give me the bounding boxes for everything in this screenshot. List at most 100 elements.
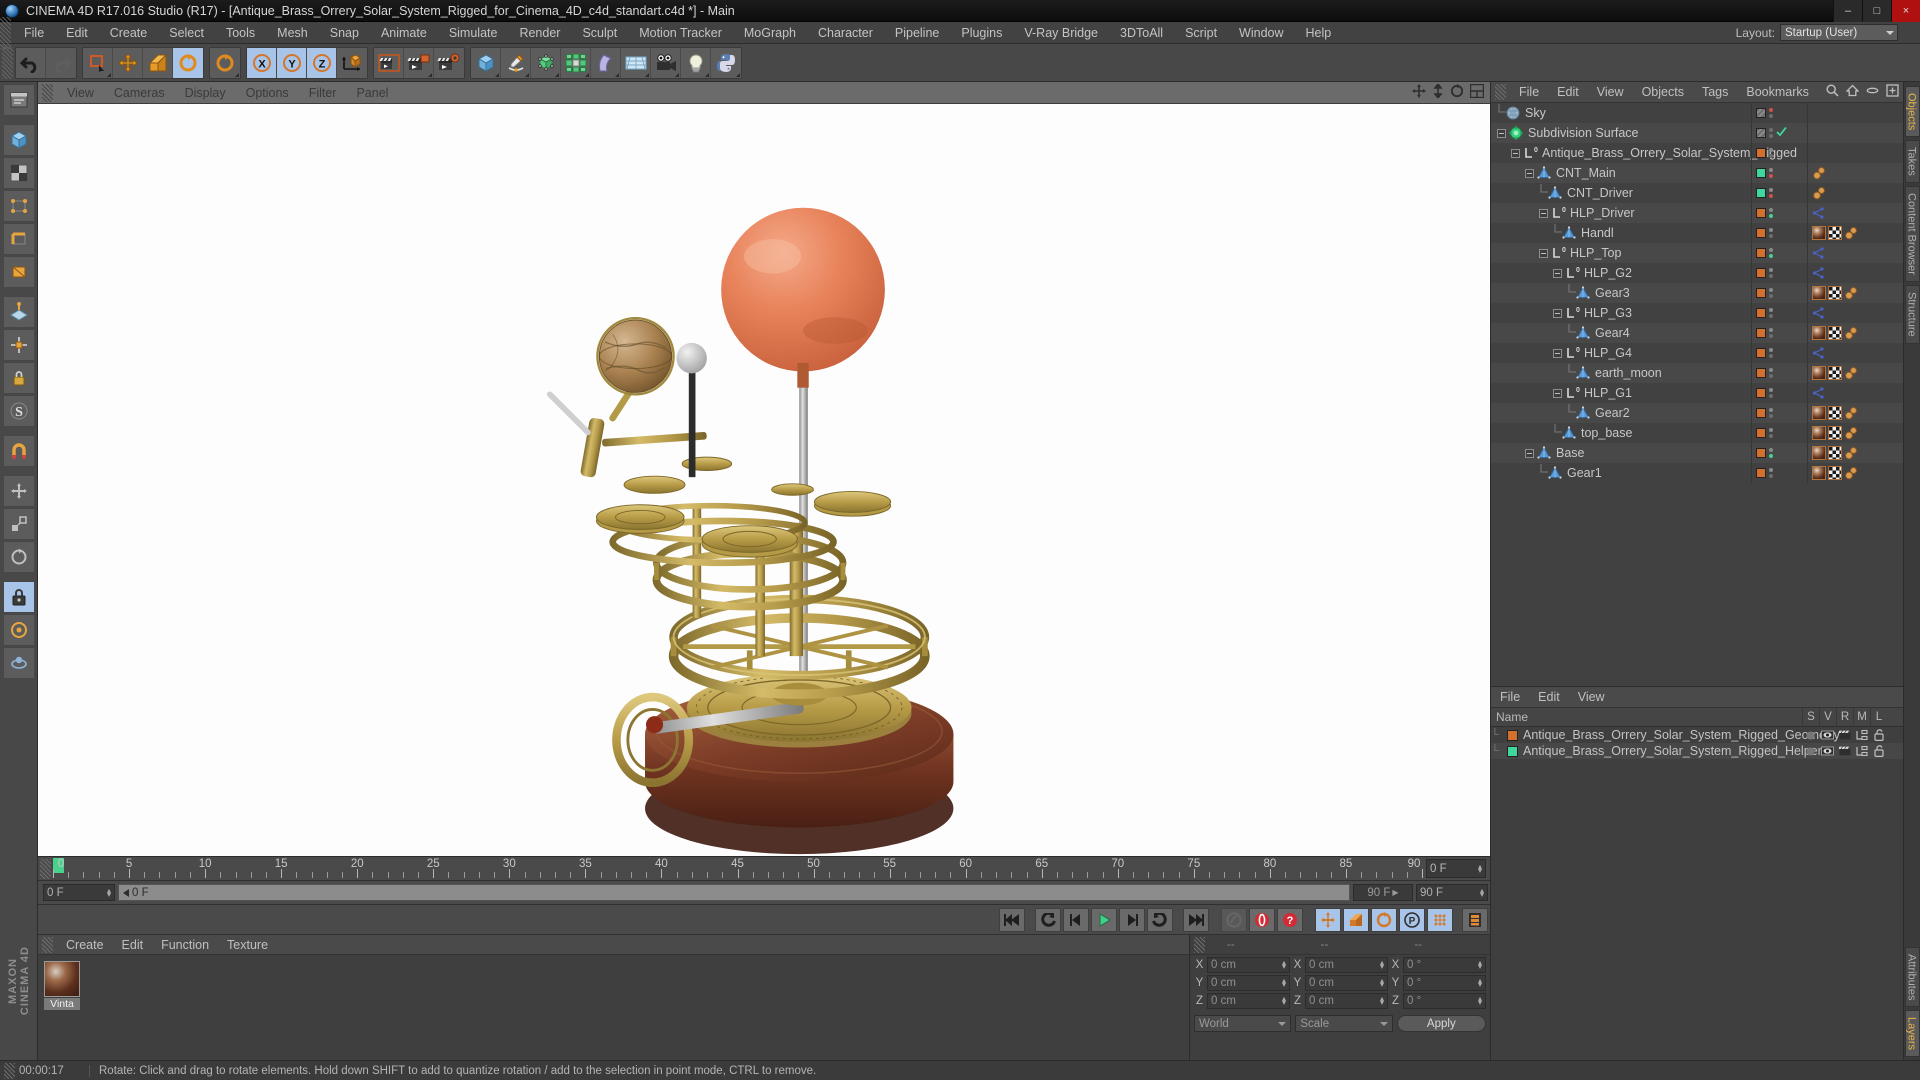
expand-collapse-icon[interactable] bbox=[1553, 269, 1562, 278]
rotation-y-field[interactable]: 0 °▴▾ bbox=[1403, 975, 1486, 991]
viewport-canvas[interactable] bbox=[38, 104, 1490, 857]
coordinate-mode-select[interactable]: Scale bbox=[1295, 1015, 1392, 1032]
menu-render[interactable]: Render bbox=[508, 22, 571, 44]
material-tag-icon[interactable] bbox=[1812, 286, 1826, 300]
world-object-axis-button[interactable] bbox=[337, 48, 367, 78]
object-tree-row[interactable]: 0HLP_Driver bbox=[1491, 203, 1903, 223]
points-mode-button[interactable] bbox=[3, 190, 35, 222]
protection-tag-icon[interactable] bbox=[1844, 366, 1858, 380]
object-tree-row[interactable]: 0HLP_G1 bbox=[1491, 383, 1903, 403]
uvw-tag-icon[interactable] bbox=[1828, 326, 1842, 340]
menu-mesh[interactable]: Mesh bbox=[266, 22, 319, 44]
object-tree-row[interactable]: Base bbox=[1491, 443, 1903, 463]
layman-menu-edit[interactable]: Edit bbox=[1529, 687, 1569, 707]
menu-window[interactable]: Window bbox=[1228, 22, 1294, 44]
menu-animate[interactable]: Animate bbox=[370, 22, 438, 44]
uvw-tag-icon[interactable] bbox=[1828, 226, 1842, 240]
objman-menu-edit[interactable]: Edit bbox=[1548, 82, 1588, 102]
timeline-toggle-button[interactable] bbox=[1462, 908, 1488, 932]
render-clapper-icon[interactable] bbox=[1836, 746, 1853, 756]
viewport-menu-cameras[interactable]: Cameras bbox=[104, 82, 175, 104]
edges-mode-button[interactable] bbox=[3, 223, 35, 255]
new-tab-icon[interactable] bbox=[1886, 84, 1899, 100]
scale-tool-button[interactable] bbox=[143, 48, 173, 78]
close-button[interactable]: × bbox=[1891, 0, 1920, 22]
spinner-icon[interactable]: ▴▾ bbox=[1480, 889, 1484, 897]
object-tags[interactable] bbox=[1807, 343, 1903, 363]
layer-row[interactable]: └Antique_Brass_Orrery_Solar_System_Rigge… bbox=[1491, 743, 1903, 759]
objman-menu-file[interactable]: File bbox=[1510, 82, 1548, 102]
subdivision-surface-button[interactable] bbox=[531, 48, 561, 78]
range-end-display[interactable]: 90 F ▶ bbox=[1353, 884, 1413, 901]
object-layer-and-visibility[interactable] bbox=[1751, 423, 1807, 443]
layer-row[interactable]: └Antique_Brass_Orrery_Solar_System_Rigge… bbox=[1491, 727, 1903, 743]
viewport-grip[interactable] bbox=[42, 84, 53, 102]
object-layer-and-visibility[interactable] bbox=[1751, 203, 1807, 223]
lock-open-icon[interactable] bbox=[1870, 729, 1887, 741]
object-tags[interactable] bbox=[1807, 323, 1903, 343]
pen-spline-button[interactable] bbox=[501, 48, 531, 78]
protection-tag-icon[interactable] bbox=[1844, 226, 1858, 240]
object-tags[interactable] bbox=[1807, 143, 1903, 163]
menu-simulate[interactable]: Simulate bbox=[438, 22, 509, 44]
visibility-dots[interactable] bbox=[1769, 148, 1773, 158]
protection-tag-icon[interactable] bbox=[1812, 166, 1826, 180]
menu-mograph[interactable]: MoGraph bbox=[733, 22, 807, 44]
uvw-tag-icon[interactable] bbox=[1828, 366, 1842, 380]
viewport-menu-filter[interactable]: Filter bbox=[299, 82, 347, 104]
camera-button[interactable] bbox=[651, 48, 681, 78]
visibility-dots[interactable] bbox=[1769, 448, 1773, 458]
object-tags[interactable] bbox=[1807, 163, 1903, 183]
object-tags[interactable] bbox=[1807, 183, 1903, 203]
home-icon[interactable] bbox=[1846, 84, 1859, 100]
position-x-field[interactable]: 0 cm▴▾ bbox=[1207, 957, 1290, 973]
rotate-pivot-button[interactable] bbox=[3, 541, 35, 573]
tab-content-browser[interactable]: Content Browser bbox=[1905, 186, 1920, 282]
timeline-track[interactable]: 051015202530354045505560657075808590 bbox=[53, 857, 1422, 880]
lock-open-icon[interactable] bbox=[1870, 745, 1887, 757]
layer-color-chip[interactable] bbox=[1756, 368, 1766, 378]
spinner-icon[interactable]: ▴▾ bbox=[1282, 961, 1286, 969]
search-icon[interactable] bbox=[1826, 84, 1839, 100]
visibility-eye-icon[interactable] bbox=[1819, 730, 1836, 740]
visibility-dots[interactable] bbox=[1769, 188, 1773, 198]
xpresso-tag-icon[interactable] bbox=[1812, 266, 1826, 280]
protection-tag-icon[interactable] bbox=[1812, 186, 1826, 200]
layer-rows[interactable]: └Antique_Brass_Orrery_Solar_System_Rigge… bbox=[1491, 727, 1903, 759]
toolbar-grip[interactable] bbox=[2, 47, 13, 79]
pan-icon[interactable] bbox=[1412, 84, 1426, 101]
material-tag-icon[interactable] bbox=[1812, 226, 1826, 240]
coord-grip[interactable] bbox=[1194, 937, 1205, 953]
xpresso-tag-icon[interactable] bbox=[1812, 306, 1826, 320]
timeline-scrubber[interactable]: 0 F bbox=[118, 884, 1350, 901]
menu-pipeline[interactable]: Pipeline bbox=[884, 22, 950, 44]
menu-file[interactable]: File bbox=[13, 22, 55, 44]
visibility-eye-icon[interactable] bbox=[1819, 746, 1836, 756]
visibility-dots[interactable] bbox=[1769, 228, 1773, 238]
minimize-button[interactable]: – bbox=[1833, 0, 1862, 22]
zoom-icon[interactable] bbox=[1432, 84, 1444, 101]
rotation-z-field[interactable]: 0 °▴▾ bbox=[1403, 993, 1486, 1009]
menu-tools[interactable]: Tools bbox=[215, 22, 266, 44]
material-menu-texture[interactable]: Texture bbox=[218, 935, 277, 955]
floor-environment-button[interactable] bbox=[621, 48, 651, 78]
object-layer-and-visibility[interactable] bbox=[1751, 283, 1807, 303]
layer-color-chip[interactable] bbox=[1756, 428, 1766, 438]
spinner-icon[interactable]: ▴▾ bbox=[1478, 865, 1482, 873]
expand-collapse-icon[interactable] bbox=[1511, 149, 1520, 158]
object-tree-row[interactable]: 0HLP_G2 bbox=[1491, 263, 1903, 283]
visibility-dots[interactable] bbox=[1769, 348, 1773, 358]
keyframe-selection-button[interactable]: ? bbox=[1277, 908, 1303, 932]
menu-script[interactable]: Script bbox=[1174, 22, 1228, 44]
y-axis-lock-button[interactable]: Y bbox=[277, 48, 307, 78]
polygons-mode-button[interactable] bbox=[3, 256, 35, 288]
tab-structure[interactable]: Structure bbox=[1905, 285, 1920, 344]
object-tree-row[interactable]: Gear3 bbox=[1491, 283, 1903, 303]
rotate-secondary-button[interactable] bbox=[210, 48, 240, 78]
object-tree-row[interactable]: 0HLP_G4 bbox=[1491, 343, 1903, 363]
go-to-start-button[interactable] bbox=[999, 908, 1025, 932]
layout-select[interactable]: Startup (User) bbox=[1780, 24, 1898, 41]
object-tags[interactable] bbox=[1807, 103, 1903, 123]
object-tree-row[interactable]: 0HLP_G3 bbox=[1491, 303, 1903, 323]
manager-toggle-icon[interactable] bbox=[1853, 746, 1870, 756]
